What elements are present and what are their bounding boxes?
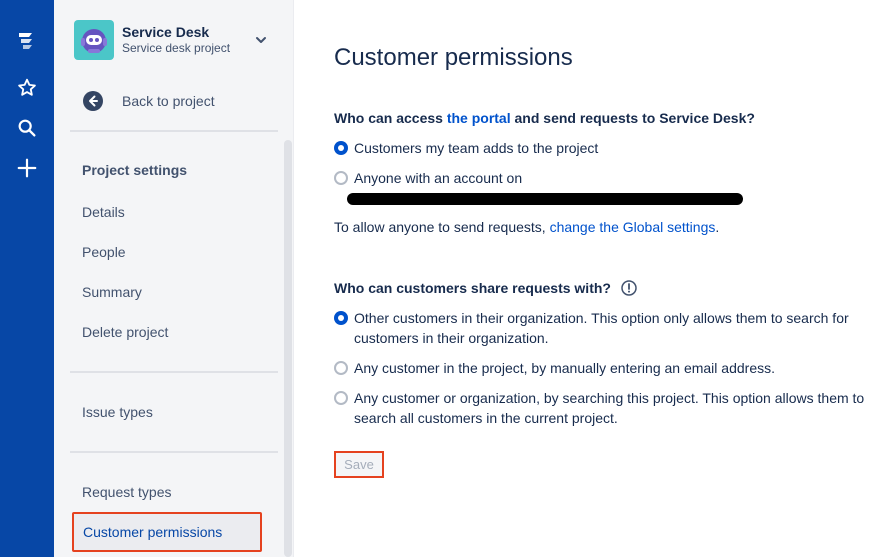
sidebar-item-customer-permissions[interactable]: Customer permissions <box>72 512 262 552</box>
sidebar-item-people[interactable]: People <box>82 244 126 260</box>
radio-button[interactable] <box>334 361 348 375</box>
search-icon[interactable] <box>9 112 45 144</box>
share-question: Who can customers share requests with? <box>334 280 637 296</box>
access-question-prefix: Who can access <box>334 110 447 126</box>
radio-button[interactable] <box>334 391 348 405</box>
chevron-down-icon[interactable] <box>252 31 270 49</box>
access-option-team-customers[interactable]: Customers my team adds to the project <box>334 138 884 158</box>
sidebar-item-details[interactable]: Details <box>82 204 125 220</box>
radio-button[interactable] <box>334 141 348 155</box>
sidebar-divider <box>70 130 278 132</box>
sidebar-item-delete-project[interactable]: Delete project <box>82 324 168 340</box>
project-sidebar: Service Desk Service desk project Back t… <box>54 0 294 557</box>
sidebar-item-issue-types[interactable]: Issue types <box>82 404 153 420</box>
info-icon[interactable] <box>621 280 637 296</box>
page-title: Customer permissions <box>334 44 573 71</box>
global-settings-note: To allow anyone to send requests, change… <box>334 219 719 235</box>
robot-avatar-icon <box>81 29 107 53</box>
access-question-suffix: and send requests to Service Desk? <box>510 110 755 126</box>
back-to-project-link[interactable]: Back to project <box>82 90 215 112</box>
share-option-organization[interactable]: Other customers in their organization. T… <box>334 308 884 348</box>
project-settings-heading: Project settings <box>82 162 188 178</box>
sidebar-scrollbar[interactable] <box>284 140 292 557</box>
jira-logo-icon[interactable] <box>9 24 45 56</box>
access-option-anyone[interactable]: Anyone with an account on <box>334 168 884 188</box>
save-button[interactable]: Save <box>334 451 384 478</box>
share-question-text: Who can customers share requests with? <box>334 280 611 296</box>
radio-label: Customers my team adds to the project <box>354 140 599 156</box>
sidebar-divider <box>70 371 278 373</box>
plus-icon[interactable] <box>9 152 45 184</box>
radio-label: Any customer or organization, by searchi… <box>354 390 865 426</box>
redacted-text <box>347 193 743 205</box>
sidebar-item-summary[interactable]: Summary <box>82 284 142 300</box>
global-navigation <box>0 0 54 557</box>
radio-button[interactable] <box>334 311 348 325</box>
back-to-project-label: Back to project <box>122 93 215 109</box>
sidebar-divider <box>70 451 278 453</box>
radio-button[interactable] <box>334 171 348 185</box>
radio-label: Anyone with an account on <box>354 170 523 186</box>
portal-link[interactable]: the portal <box>447 110 511 126</box>
project-switcher[interactable]: Service Desk Service desk project <box>74 19 274 61</box>
arrow-left-circle-icon <box>83 91 103 111</box>
project-type: Service desk project <box>122 41 231 55</box>
global-settings-link[interactable]: change the Global settings <box>550 219 716 235</box>
radio-label: Other customers in their organization. T… <box>354 310 849 346</box>
sidebar-item-request-types[interactable]: Request types <box>82 484 172 500</box>
share-option-search[interactable]: Any customer or organization, by searchi… <box>334 388 884 428</box>
share-option-email[interactable]: Any customer in the project, by manually… <box>334 358 884 378</box>
global-settings-suffix: . <box>715 219 720 235</box>
project-name: Service Desk <box>122 24 210 40</box>
global-settings-prefix: To allow anyone to send requests, <box>334 219 550 235</box>
radio-label: Any customer in the project, by manually… <box>354 360 775 376</box>
project-avatar <box>74 20 114 60</box>
star-icon[interactable] <box>9 72 45 104</box>
access-question: Who can access the portal and send reque… <box>334 110 755 126</box>
